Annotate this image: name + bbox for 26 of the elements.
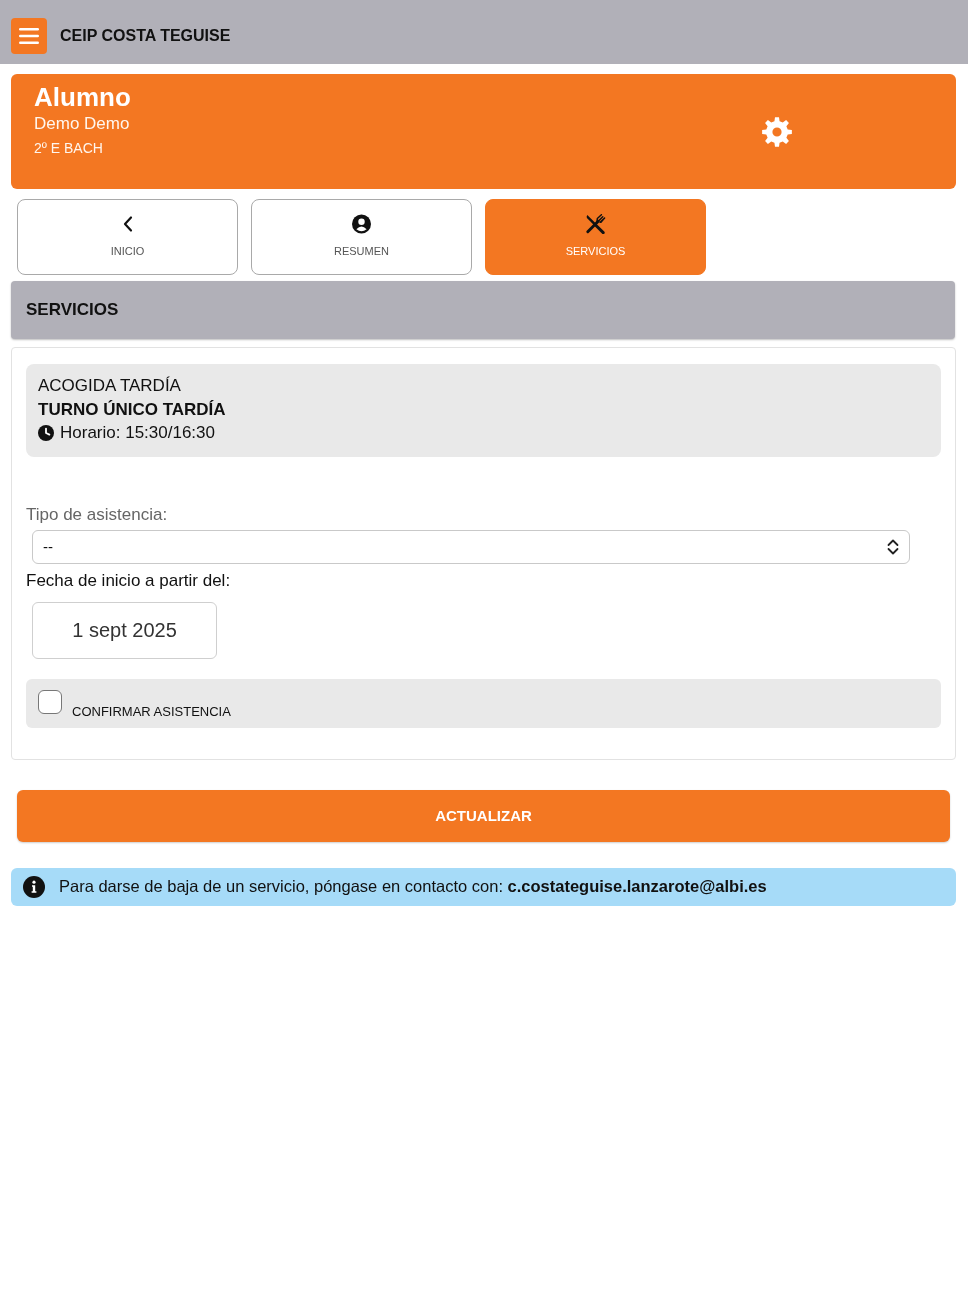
confirm-checkbox[interactable] (38, 689, 62, 714)
chevron-left-icon (122, 214, 133, 234)
menu-button[interactable] (11, 17, 47, 54)
student-name: Demo Demo (34, 113, 131, 135)
section-title: SERVICIOS (26, 300, 119, 320)
settings-icon[interactable] (762, 116, 792, 147)
start-date-field[interactable]: 1 sept 2025 (32, 601, 217, 659)
checkbox-label: CONFIRMAR ASISTENCIA (72, 703, 231, 720)
info-icon (23, 875, 45, 898)
menu-icon (19, 27, 39, 44)
class-group: 2º E BACH (34, 138, 598, 158)
user-circle-icon (352, 214, 371, 234)
fork-knife-icon (585, 214, 606, 234)
field-label: Fecha de inicio a partir del: (26, 569, 232, 592)
profile-title: Alumno (34, 82, 132, 112)
nav-tab[interactable]: INICIO (17, 199, 238, 275)
clock-icon (38, 424, 54, 441)
service-name: ACOGIDA TARDÍA (38, 375, 182, 397)
up-down-caret-icon (887, 538, 899, 555)
service-shift: TURNO ÚNICO TARDÍA (38, 398, 227, 421)
service-schedule: Horario: 15:30/16:30 (60, 422, 215, 444)
attendance-type-select[interactable]: -- (32, 529, 910, 564)
school-name: CEIP COSTA TEGUISE (60, 26, 231, 45)
notice-text: Para darse de baja de un servicio, póngase en contacto con: c.costateguise.lanzarote@albi.es (59, 877, 767, 896)
field-label: Tipo de asistencia: (26, 503, 169, 526)
nav-tab[interactable]: RESUMEN (251, 199, 472, 275)
